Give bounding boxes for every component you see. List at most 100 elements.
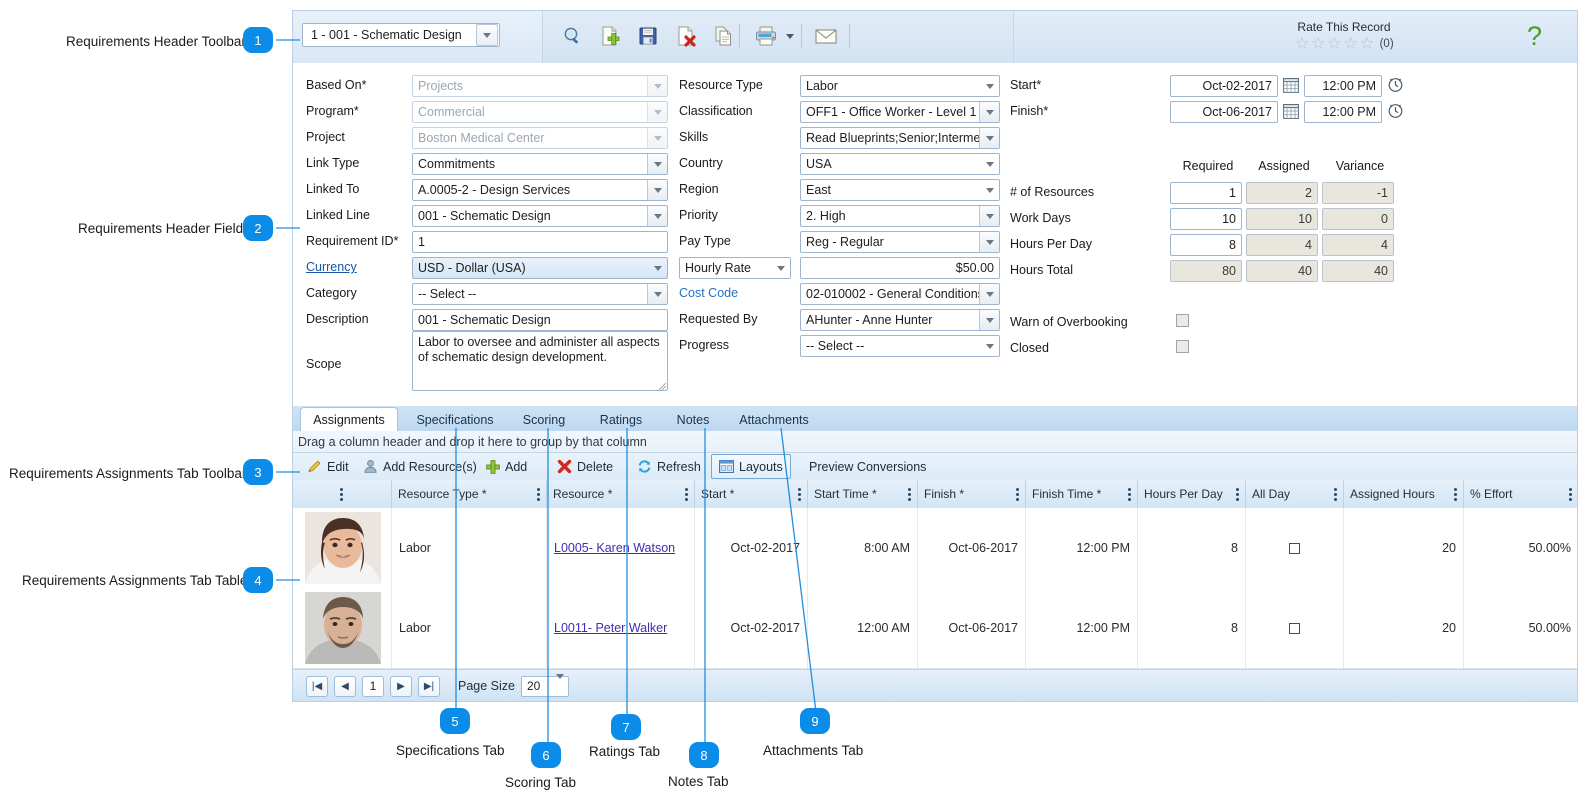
page-size-dropdown[interactable]: 20 [520, 674, 569, 697]
add-resources-button[interactable]: Add Resource(s) [356, 455, 484, 478]
field-label-cost-code[interactable]: Cost Code [679, 286, 738, 300]
table-row[interactable]: Labor L0011- Peter Walker Oct-02-2017 12… [292, 588, 1578, 669]
column-header-resource[interactable]: Resource * [547, 480, 695, 508]
tab-assignments[interactable]: Assignments [300, 407, 398, 432]
print-options-chevron-icon[interactable] [783, 22, 797, 50]
field-label-currency[interactable]: Currency [306, 260, 357, 274]
requested-by-dropdown[interactable]: AHunter - Anne Hunter [800, 309, 1000, 331]
requirement-id-input[interactable]: 1 [412, 231, 668, 253]
finish-time-input[interactable]: 12:00 PM [1304, 101, 1382, 123]
print-icon[interactable] [751, 22, 781, 50]
link-type-dropdown[interactable]: Commitments [412, 153, 668, 175]
all-day-checkbox[interactable] [1289, 542, 1300, 554]
cell-resource[interactable]: L0011- Peter Walker [547, 588, 695, 668]
tab-attachments[interactable]: Attachments [728, 408, 820, 431]
project-dropdown[interactable]: Boston Medical Center [412, 127, 668, 149]
delete-record-icon[interactable] [671, 22, 701, 50]
description-input[interactable]: 001 - Schematic Design [412, 309, 668, 331]
category-dropdown[interactable]: -- Select -- [412, 283, 668, 305]
column-menu-icon-finish-time[interactable] [1128, 487, 1131, 501]
chevron-down-icon-pagesize[interactable] [555, 674, 564, 693]
column-header-percent-effort[interactable]: % Effort [1464, 480, 1578, 508]
scope-textarea[interactable] [412, 331, 668, 391]
preview-conversions-button[interactable]: Preview Conversions [802, 455, 933, 478]
resource-type-dropdown[interactable]: Labor [800, 75, 1000, 97]
column-header-start-time[interactable]: Start Time * [808, 480, 918, 508]
tab-scoring[interactable]: Scoring [508, 408, 580, 431]
prev-page-button[interactable]: ◀ [334, 675, 356, 697]
column-menu-icon-percent-effort[interactable] [1569, 487, 1572, 501]
hourly-rate-input[interactable]: $50.00 [800, 257, 1000, 279]
next-page-button[interactable]: ▶ [390, 675, 412, 697]
layouts-button[interactable]: Layouts [711, 454, 791, 479]
column-header-all-day[interactable]: All Day [1246, 480, 1344, 508]
num-resources-required[interactable]: 1 [1170, 182, 1242, 204]
table-row[interactable]: Labor L0005- Karen Watson Oct-02-2017 8:… [292, 508, 1578, 589]
tab-ratings[interactable]: Ratings [586, 408, 656, 431]
save-icon[interactable] [633, 22, 663, 50]
column-header-assigned-hours[interactable]: Assigned Hours [1344, 480, 1464, 508]
country-dropdown[interactable]: USA [800, 153, 1000, 175]
resource-link[interactable]: L0005- Karen Watson [554, 541, 675, 555]
calendar-icon-finish[interactable] [1282, 102, 1300, 120]
pay-type-dropdown[interactable]: Reg - Regular [800, 231, 1000, 253]
cell-all-day[interactable] [1246, 508, 1344, 588]
column-menu-icon-avatar[interactable] [340, 487, 343, 501]
star-icon-2[interactable]: ☆ [1311, 35, 1326, 52]
tab-specifications[interactable]: Specifications [406, 408, 504, 431]
new-record-icon[interactable] [595, 22, 625, 50]
record-selector-dropdown[interactable]: 1 - 001 - Schematic Design [302, 23, 500, 47]
column-menu-icon-resource[interactable] [685, 487, 688, 501]
group-by-hint[interactable]: Drag a column header and drop it here to… [292, 431, 1578, 453]
star-icon-5[interactable]: ☆ [1359, 35, 1374, 52]
last-page-button[interactable]: ▶| [418, 675, 440, 697]
priority-dropdown[interactable]: 2. High [800, 205, 1000, 227]
cost-code-dropdown[interactable]: 02-010002 - General Conditions [800, 283, 1000, 305]
work-days-required[interactable]: 10 [1170, 208, 1242, 230]
column-header-start[interactable]: Start * [695, 480, 808, 508]
search-icon[interactable] [557, 22, 587, 50]
classification-dropdown[interactable]: OFF1 - Office Worker - Level 1 [800, 101, 1000, 123]
add-button[interactable]: Add [479, 455, 534, 478]
column-menu-icon-finish[interactable] [1016, 487, 1019, 501]
column-header-avatar[interactable] [292, 480, 392, 508]
all-day-checkbox[interactable] [1289, 622, 1300, 634]
column-header-hours-per-day[interactable]: Hours Per Day [1138, 480, 1246, 508]
first-page-button[interactable]: |◀ [306, 675, 328, 697]
resource-link[interactable]: L0011- Peter Walker [554, 621, 667, 635]
skills-dropdown[interactable]: Read Blueprints;Senior;Intermedi [800, 127, 1000, 149]
column-menu-icon-all-day[interactable] [1334, 487, 1337, 501]
chevron-down-icon[interactable] [476, 24, 498, 46]
finish-date-input[interactable]: Oct-06-2017 [1170, 101, 1278, 123]
closed-checkbox[interactable] [1176, 340, 1189, 353]
clock-icon-finish[interactable] [1386, 101, 1404, 119]
email-icon[interactable] [811, 22, 841, 50]
column-menu-icon-start[interactable] [798, 487, 801, 501]
star-icon-3[interactable]: ☆ [1327, 35, 1342, 52]
help-icon[interactable]: ? [1527, 23, 1542, 50]
tab-notes[interactable]: Notes [664, 408, 722, 431]
column-menu-icon-assigned-hours[interactable] [1454, 487, 1457, 501]
currency-dropdown[interactable]: USD - Dollar (USA) [412, 257, 668, 279]
delete-button[interactable]: Delete [550, 455, 620, 478]
column-menu-icon-start-time[interactable] [908, 487, 911, 501]
start-time-input[interactable]: 12:00 PM [1304, 75, 1382, 97]
column-menu-icon-hours-per-day[interactable] [1236, 487, 1239, 501]
region-dropdown[interactable]: East [800, 179, 1000, 201]
warn-of-overbooking-checkbox[interactable] [1176, 314, 1189, 327]
rating-stars[interactable]: ☆ ☆ ☆ ☆ ☆ (0) [1269, 35, 1419, 52]
column-header-finish[interactable]: Finish * [918, 480, 1026, 508]
cell-resource[interactable]: L0005- Karen Watson [547, 508, 695, 588]
hours-per-day-required[interactable]: 8 [1170, 234, 1242, 256]
refresh-button[interactable]: Refresh [630, 455, 708, 478]
star-icon-1[interactable]: ☆ [1294, 35, 1309, 52]
current-page-button[interactable]: 1 [362, 675, 384, 697]
linked-line-dropdown[interactable]: 001 - Schematic Design [412, 205, 668, 227]
cell-all-day[interactable] [1246, 588, 1344, 668]
progress-dropdown[interactable]: -- Select -- [800, 335, 1000, 357]
start-date-input[interactable]: Oct-02-2017 [1170, 75, 1278, 97]
program-dropdown[interactable]: Commercial [412, 101, 668, 123]
linked-to-dropdown[interactable]: A.0005-2 - Design Services [412, 179, 668, 201]
edit-button[interactable]: Edit [300, 455, 356, 478]
clock-icon-start[interactable] [1386, 75, 1404, 93]
